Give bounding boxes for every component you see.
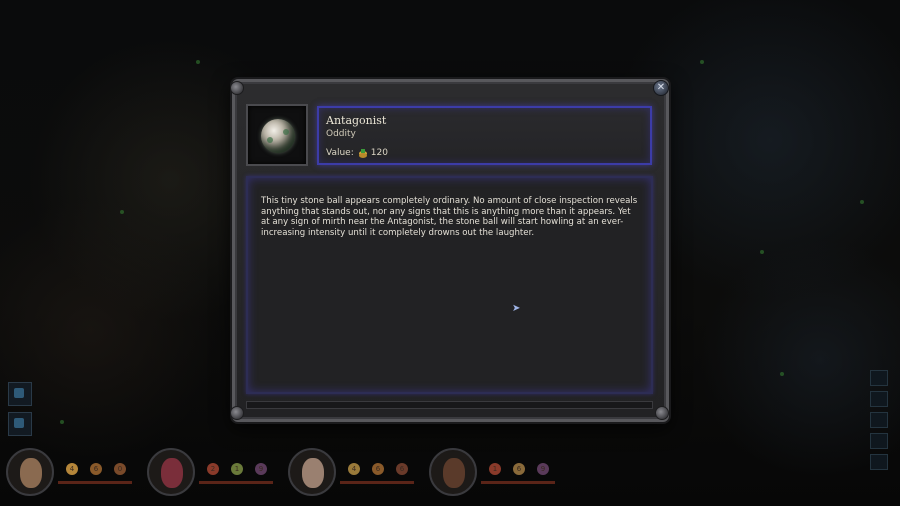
frame-rivet — [230, 406, 244, 420]
party-member-2[interactable]: 2 1 9 — [143, 444, 279, 504]
health-bar — [481, 481, 555, 484]
item-icon-frame — [246, 104, 308, 166]
frame-rivet — [655, 406, 669, 420]
action-slot[interactable] — [870, 412, 888, 428]
character-face — [161, 458, 183, 488]
orb-spot — [267, 137, 273, 143]
stat-orb: 0 — [114, 463, 126, 475]
world-light — [860, 200, 864, 204]
quick-slot[interactable] — [8, 382, 32, 406]
stat-orb: 9 — [255, 463, 267, 475]
stat-orb: 4 — [66, 463, 78, 475]
stat-orb: 1 — [489, 463, 501, 475]
world-light — [60, 420, 64, 424]
character-face — [20, 458, 42, 488]
close-button[interactable]: ✕ — [653, 80, 669, 96]
party-portrait[interactable] — [147, 448, 195, 496]
stat-orb: 6 — [513, 463, 525, 475]
mouse-cursor-icon: ➤ — [512, 303, 521, 314]
item-header: Antagonist Oddity Value: 120 — [317, 106, 652, 165]
value-label: Value: — [326, 148, 354, 158]
stone-ball-icon — [261, 119, 295, 153]
stat-orb: 6 — [90, 463, 102, 475]
item-type: Oddity — [326, 129, 356, 139]
party-member-1[interactable]: 4 6 0 — [2, 444, 138, 504]
world-light — [700, 60, 704, 64]
health-bar — [58, 481, 132, 484]
party-member-4[interactable]: 1 6 9 — [425, 444, 561, 504]
item-name: Antagonist — [326, 114, 387, 127]
close-icon: ✕ — [656, 82, 666, 93]
stat-orb: 2 — [207, 463, 219, 475]
action-slot[interactable] — [870, 370, 888, 386]
party-portrait[interactable] — [6, 448, 54, 496]
item-value-row: Value: 120 — [326, 148, 388, 158]
character-face — [443, 458, 465, 488]
item-description-panel[interactable]: This tiny stone ball appears completely … — [246, 176, 653, 394]
health-bar — [340, 481, 414, 484]
world-light — [120, 210, 124, 214]
stat-orb: 1 — [231, 463, 243, 475]
party-portrait[interactable] — [288, 448, 336, 496]
action-slot[interactable] — [870, 454, 888, 470]
value-amount: 120 — [370, 148, 388, 158]
frame-rivet — [230, 81, 244, 95]
party-member-3[interactable]: 4 6 6 — [284, 444, 420, 504]
character-face — [302, 458, 324, 488]
action-slot[interactable] — [870, 433, 888, 449]
bottom-scroll-track[interactable] — [246, 401, 653, 409]
world-light — [760, 250, 764, 254]
action-slot[interactable] — [870, 391, 888, 407]
world-light — [780, 372, 784, 376]
world-light — [196, 60, 200, 64]
orb-spot — [283, 129, 289, 135]
stat-orb: 6 — [372, 463, 384, 475]
coin-stack-icon — [358, 148, 368, 158]
item-description: This tiny stone ball appears completely … — [261, 196, 638, 238]
stat-orb: 6 — [396, 463, 408, 475]
quick-slot[interactable] — [8, 412, 32, 436]
stat-orb: 4 — [348, 463, 360, 475]
stat-orb: 9 — [537, 463, 549, 475]
party-portrait[interactable] — [429, 448, 477, 496]
health-bar — [199, 481, 273, 484]
